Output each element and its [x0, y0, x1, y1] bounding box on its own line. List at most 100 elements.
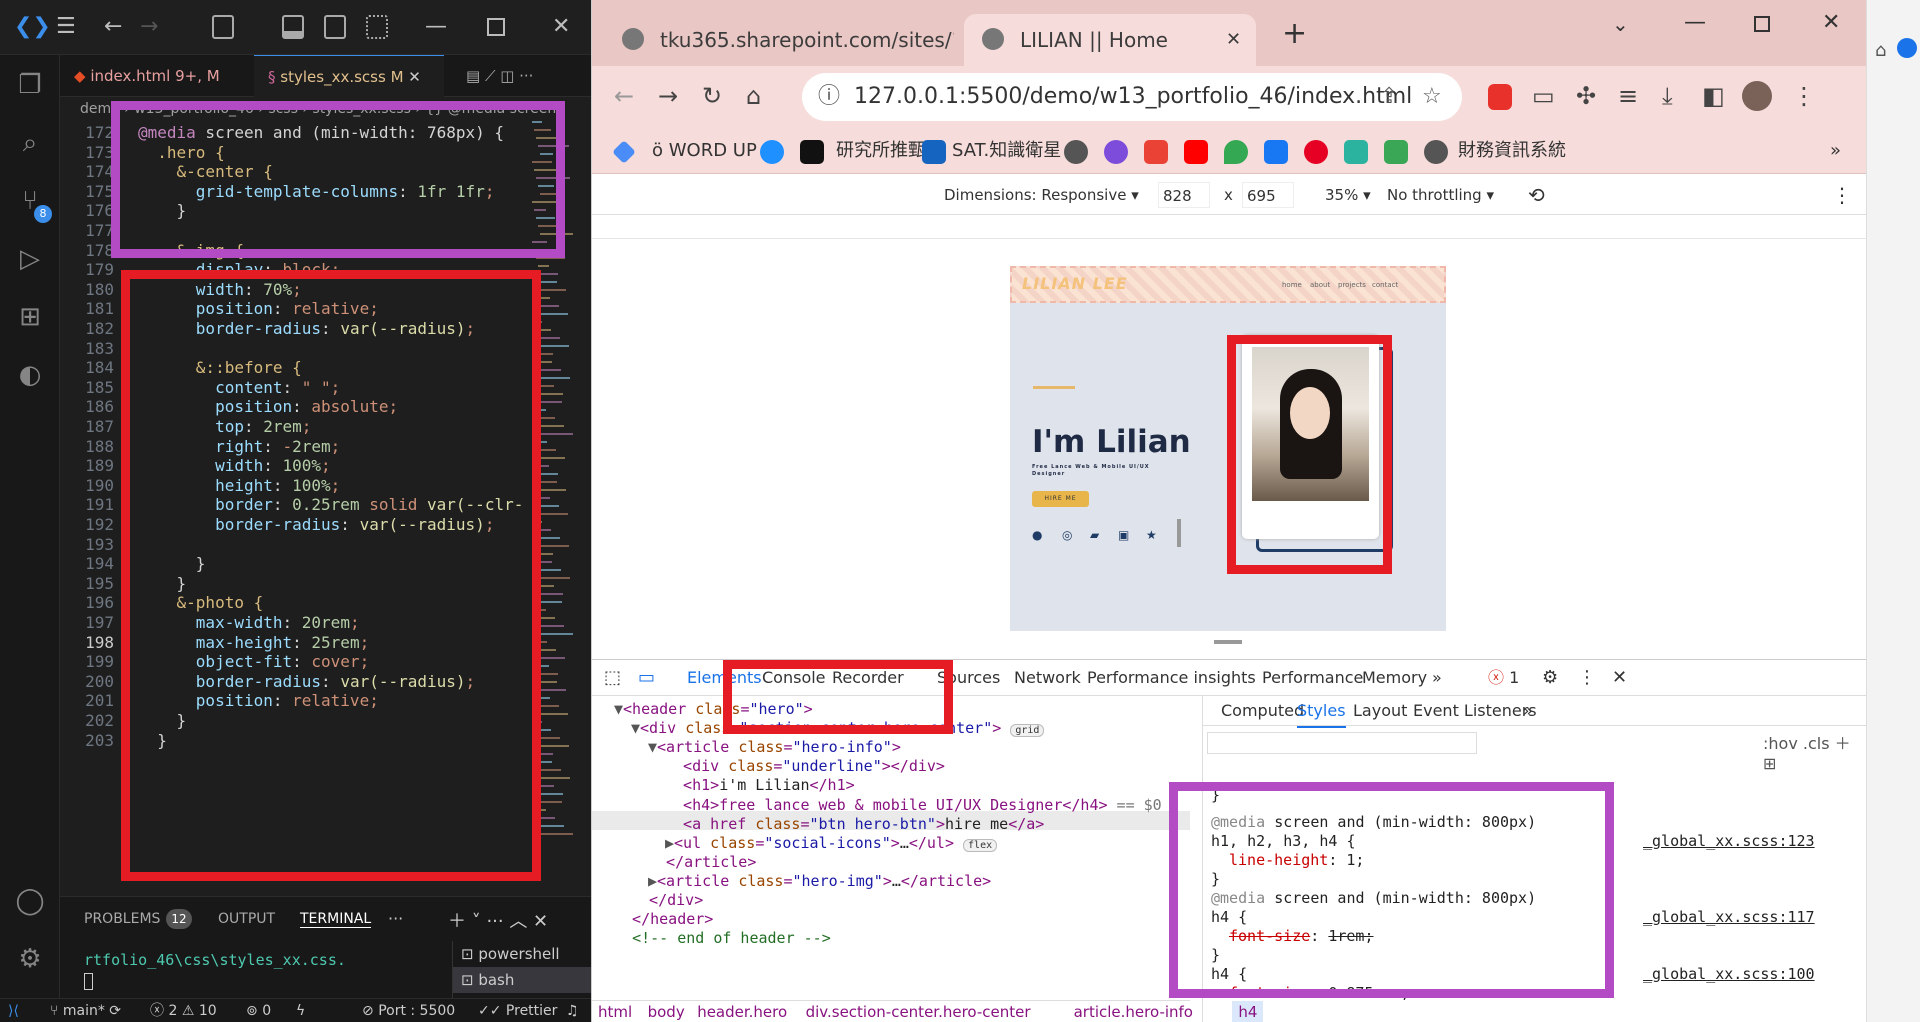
profile-avatar[interactable]	[1742, 81, 1772, 111]
moodle-icon[interactable]	[1384, 140, 1408, 164]
dom-node[interactable]: ▼<article class="hero-info">	[648, 738, 901, 757]
bookmark-diamond-icon[interactable]	[612, 140, 636, 164]
dom-breadcrumb-item[interactable]: body	[648, 1001, 685, 1022]
downloads-icon[interactable]: ⤓	[1662, 82, 1673, 110]
dom-node[interactable]: <h4>free lance web & mobile UI/UX Design…	[665, 796, 1162, 815]
code-line[interactable]: }	[138, 729, 167, 753]
layout-badge[interactable]: grid	[1010, 724, 1045, 738]
tab-styles-scss[interactable]: § styles_xx.scss M ✕	[254, 55, 444, 97]
back-icon[interactable]: ←	[104, 14, 122, 40]
problems-tab[interactable]: PROBLEMS	[84, 911, 160, 927]
breadcrumb[interactable]: demo › w13_portfolio_46 › scss › styles_…	[60, 97, 591, 121]
facebook-icon[interactable]	[1264, 140, 1288, 164]
height-input[interactable]: 695	[1242, 182, 1294, 208]
width-input[interactable]: 828	[1158, 182, 1210, 208]
nav-about[interactable]: about	[1310, 281, 1330, 289]
forward-icon[interactable]: →	[140, 14, 158, 40]
css-selector[interactable]: h4 {	[1211, 965, 1247, 984]
maps-icon[interactable]	[1224, 140, 1248, 164]
styles-subtab[interactable]: Computed	[1221, 696, 1304, 726]
devtools-tab[interactable]: Console	[762, 660, 826, 696]
devtools-tab[interactable]: Performance	[1262, 660, 1363, 696]
close-tab-icon[interactable]: ✕	[1226, 14, 1241, 66]
notion-icon[interactable]	[800, 140, 824, 164]
tab-lilian-home[interactable]: LILIAN || Home ✕	[964, 14, 1256, 66]
dom-node[interactable]: <!-- end of header -->	[614, 929, 831, 948]
cart-icon[interactable]: ▣	[1118, 528, 1129, 542]
notifications-icon[interactable]: ♫	[566, 999, 579, 1022]
extensions-icon[interactable]: ⊞	[14, 301, 46, 333]
css-declaration[interactable]: font-size: 1rem;	[1229, 927, 1374, 946]
nav-projects[interactable]: projects	[1338, 281, 1366, 289]
source-link[interactable]: _global_xx.scss:100	[1643, 965, 1815, 984]
dom-node[interactable]: </div>	[631, 891, 703, 910]
dimensions-select[interactable]: Dimensions: Responsive ▾	[944, 175, 1139, 215]
minimize-icon[interactable]: —	[425, 14, 447, 40]
error-counter[interactable]: ⓧ 1	[1488, 660, 1519, 696]
forward-icon[interactable]: →	[658, 82, 678, 110]
star-icon[interactable]: ★	[1146, 528, 1157, 542]
source-link[interactable]: _global_xx.scss:123	[1643, 832, 1815, 851]
terminal-bash[interactable]: ⊡ bash	[453, 967, 591, 993]
tab-overflow[interactable]: ▤ ⟋ ◫ ···	[452, 55, 533, 97]
code-line[interactable]: }	[138, 199, 187, 223]
instagram-icon[interactable]: ◎	[1062, 528, 1072, 542]
ports-status[interactable]: ⊚ 0	[246, 999, 271, 1022]
bookmark-grad-school[interactable]: 研究所推甄	[836, 138, 926, 164]
vector-icon[interactable]	[1344, 140, 1368, 164]
zoom-select[interactable]: 35% ▾	[1325, 175, 1371, 215]
lightning-icon[interactable]: ϟ	[296, 999, 305, 1022]
close-tab-icon[interactable]: ✕	[408, 68, 421, 86]
media-query-ruler[interactable]	[592, 215, 1866, 239]
rotate-icon[interactable]: ⟲	[1528, 175, 1545, 215]
dom-breadcrumb-item[interactable]: article.hero-info	[1074, 1001, 1193, 1022]
styles-subtab[interactable]: Layout	[1353, 696, 1407, 726]
address-bar[interactable]: ⓘ 127.0.0.1:5500/demo/w13_portfolio_46/i…	[802, 73, 1462, 121]
prettier-status[interactable]: ✓✓ Prettier	[478, 999, 557, 1022]
styles-subtab[interactable]: Styles	[1297, 696, 1346, 728]
site-logo[interactable]: LILIAN LEE	[1022, 274, 1128, 293]
devtools-tab[interactable]: Sources	[937, 660, 1000, 696]
share-icon[interactable]: ⇪	[1380, 73, 1398, 121]
behance-icon[interactable]: ▰	[1090, 528, 1099, 542]
devtools-tab[interactable]: Elements	[687, 660, 762, 698]
minimize-icon[interactable]: —	[1684, 10, 1706, 35]
dom-node[interactable]: </header>	[614, 910, 713, 929]
dom-breadcrumb-item[interactable]: header.hero	[697, 1001, 787, 1022]
extensions-puzzle-icon[interactable]: ✣	[1576, 82, 1596, 110]
side-panel-icon[interactable]: ◧	[1702, 82, 1725, 110]
bookmark-word-up[interactable]: ö WORD UP	[652, 138, 757, 164]
code-line[interactable]: border-radius: var(--radius);	[138, 513, 494, 537]
remote-icon[interactable]: ⟩⟨	[8, 999, 19, 1022]
source-link[interactable]: _global_xx.scss:117	[1643, 908, 1815, 927]
dom-node[interactable]: ▶<article class="hero-img">…</article>	[648, 872, 991, 891]
edge-icon[interactable]: ◐	[14, 359, 46, 391]
sat-icon[interactable]	[922, 140, 946, 164]
maximize-icon[interactable]	[1754, 16, 1770, 32]
live-server-status[interactable]: ⊘ Port : 5500	[362, 999, 455, 1022]
dom-breadcrumb-item[interactable]: html	[598, 1001, 632, 1022]
close-window-icon[interactable]: ✕	[1822, 10, 1840, 35]
devtools-close-icon[interactable]: ✕	[1612, 660, 1627, 696]
dom-node[interactable]: ▼<div class="section-center hero-center"…	[631, 719, 1045, 740]
minimap[interactable]	[530, 121, 580, 881]
media-controls-icon[interactable]: ≡	[1618, 82, 1638, 110]
terminal-powershell[interactable]: ⊡ powershell	[453, 941, 591, 967]
elements-tree[interactable]: ▼<header class="hero"> ▼<div class="secti…	[592, 696, 1190, 1000]
reload-icon[interactable]: ↻	[702, 82, 722, 110]
css-selector[interactable]: h4 {	[1211, 908, 1247, 927]
split-editor-icon[interactable]	[324, 15, 346, 39]
more-bookmarks-icon[interactable]: »	[1830, 138, 1841, 164]
gmail-icon[interactable]	[1144, 140, 1168, 164]
devtools-tab[interactable]: Memory	[1362, 660, 1427, 696]
styles-subtab[interactable]: »	[1523, 696, 1533, 726]
onedrive-icon[interactable]	[760, 140, 784, 164]
throttling-select[interactable]: No throttling ▾	[1387, 175, 1494, 215]
problems-status[interactable]: ⓧ 2 ⚠ 10	[150, 999, 217, 1022]
dom-node[interactable]: ▼<header class="hero">	[614, 700, 813, 719]
run-debug-icon[interactable]: ▷	[14, 243, 46, 275]
devtools-tab[interactable]: Recorder	[832, 660, 904, 696]
css-selector[interactable]: h1, h2, h3, h4 {	[1211, 832, 1356, 851]
globe-bookmark-icon[interactable]	[1424, 140, 1448, 164]
resize-handle-horizontal[interactable]	[1177, 519, 1181, 547]
